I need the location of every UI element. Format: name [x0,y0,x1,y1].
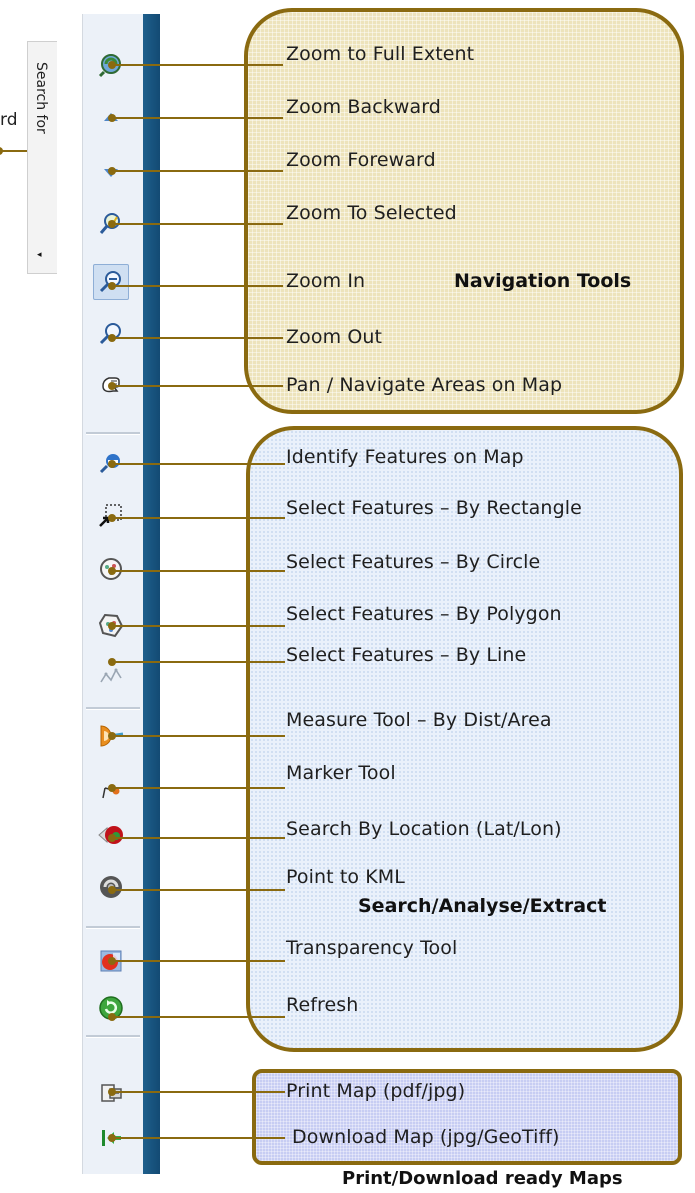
toolbar-separator [86,707,140,710]
leader-line [108,334,283,342]
leader-line [108,1088,285,1096]
leader-line [108,167,283,175]
leader-line [108,622,285,630]
leader-line [108,834,285,842]
label-point-to-kml: Point to KML [286,866,405,888]
label-select-circle: Select Features – By Circle [286,551,541,573]
label-pan: Pan / Navigate Areas on Map [286,374,563,396]
leader-line [108,567,285,575]
leader-line [108,460,285,468]
label-measure: Measure Tool – By Dist/Area [286,709,552,731]
label-zoom-in: Zoom In [286,270,366,292]
label-select-rectangle: Select Features – By Rectangle [286,497,582,519]
clipped-text: rd [0,110,18,130]
label-zoom-backward: Zoom Backward [286,96,441,118]
leader-line [108,514,285,522]
label-print-map: Print Map (pdf/jpg) [286,1080,466,1102]
label-transparency: Transparency Tool [286,937,458,959]
label-select-line: Select Features – By Line [286,644,527,666]
label-zoom-forward: Zoom Foreward [286,149,436,171]
leader-line [108,282,283,290]
search-analyse-extract-title: Search/Analyse/Extract [358,895,607,917]
search-for-tab[interactable]: Search for ◂ [27,41,57,274]
label-identify: Identify Features on Map [286,446,524,468]
leader-line [108,220,283,228]
toolbar-edge-strip [143,14,160,1174]
label-zoom-to-selected: Zoom To Selected [286,202,457,224]
leader-line [108,382,283,390]
toolbar-separator [86,432,140,435]
label-search-location: Search By Location (Lat/Lon) [286,818,562,840]
navigation-tools-title: Navigation Tools [454,270,632,292]
leader-line [108,658,285,666]
leader-line [108,886,285,894]
search-tab-label: Search for [33,62,49,134]
label-zoom-full-extent: Zoom to Full Extent [286,43,475,65]
leader-line [108,61,283,69]
leader-line [108,732,285,740]
leader-line [108,1134,285,1142]
label-select-polygon: Select Features – By Polygon [286,603,562,625]
leader-line [108,114,283,122]
print-download-title: Print/Download ready Maps [342,1168,623,1189]
label-download-map: Download Map (jpg/GeoTiff) [292,1126,560,1148]
leader-line [108,1013,285,1021]
toolbar-separator [86,1035,140,1038]
leader-line [108,784,285,792]
toolbar-separator [86,926,140,929]
label-marker: Marker Tool [286,762,396,784]
leader-line [108,957,285,965]
collapse-arrow-icon[interactable]: ◂ [37,250,42,260]
label-zoom-out: Zoom Out [286,326,383,348]
label-refresh: Refresh [286,994,359,1016]
